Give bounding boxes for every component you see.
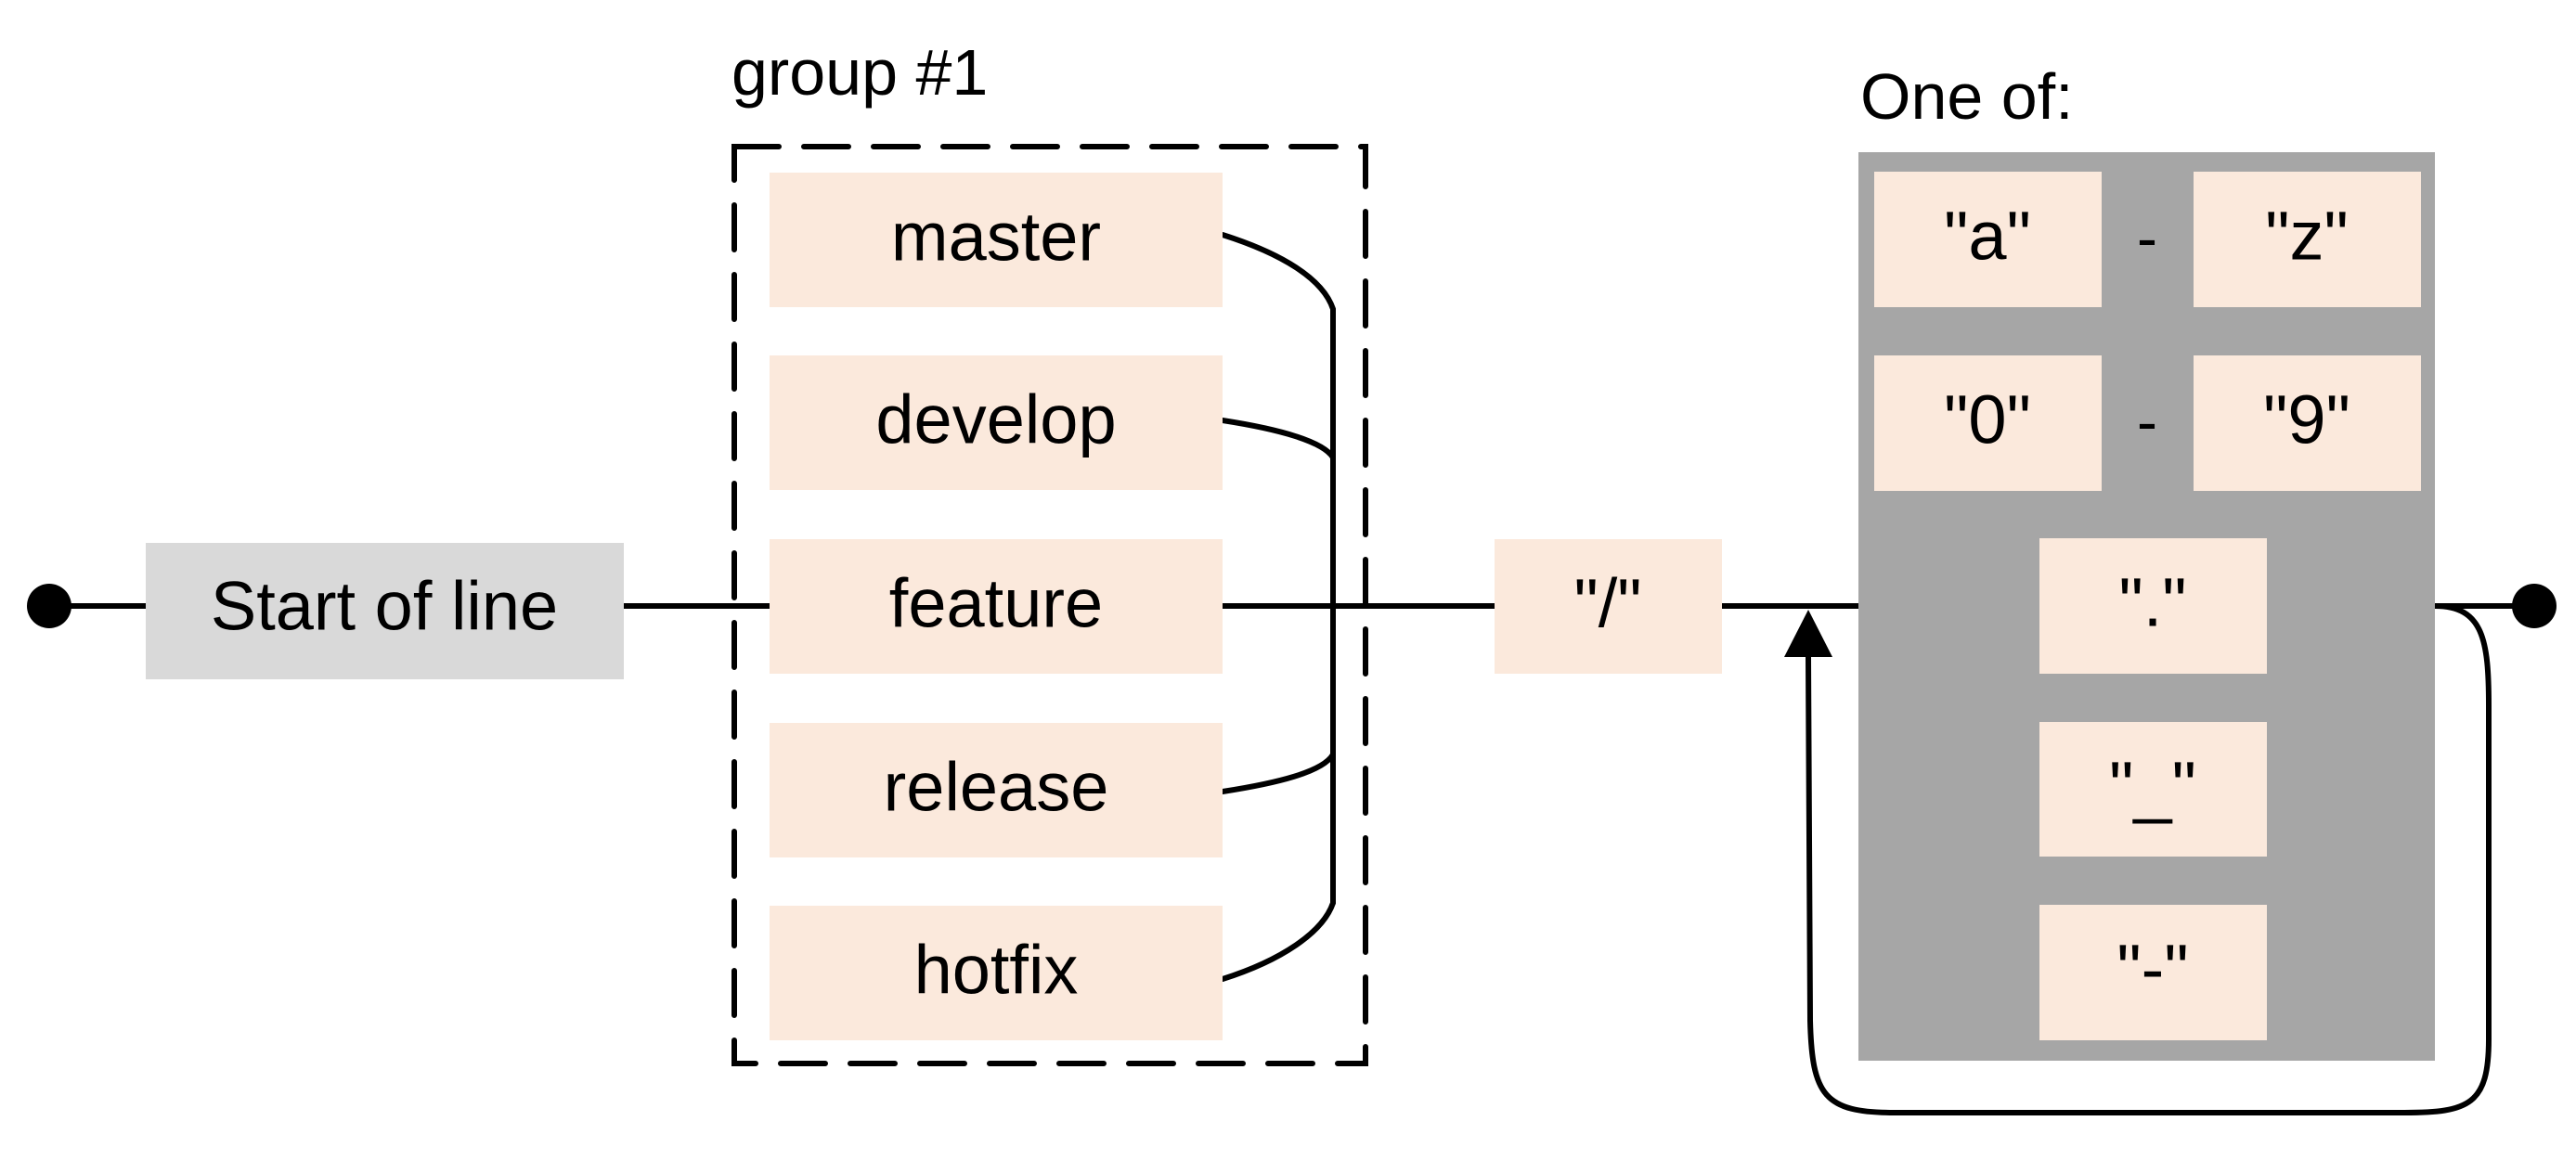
alternative-label: release	[884, 749, 1109, 826]
one-of-label: One of:	[1860, 60, 2074, 133]
group-label: group #1	[731, 36, 988, 109]
railroad-diagram: Start of line group #1 master develop fe…	[27, 36, 2557, 1115]
range-to-label: "9"	[2263, 381, 2350, 458]
start-of-line-node[interactable]: Start of line	[146, 543, 624, 679]
range-dash: -	[2137, 203, 2157, 272]
literal-dot[interactable]: "."	[2039, 538, 2267, 674]
literal-label: "-"	[2116, 931, 2188, 1008]
start-of-line-label: Start of line	[211, 568, 558, 645]
range-dash: -	[2137, 387, 2157, 456]
alternative-feature[interactable]: feature	[770, 539, 1223, 674]
alt-connector-master	[1220, 232, 1336, 906]
separator-label: "/"	[1573, 565, 1641, 642]
range-to-label: "z"	[2265, 198, 2349, 275]
range-from-label: "0"	[1944, 381, 2031, 458]
alt-connector-release	[1220, 752, 1336, 794]
alternative-label: develop	[875, 381, 1116, 458]
alternative-release[interactable]: release	[770, 723, 1223, 857]
alternative-hotfix[interactable]: hotfix	[770, 906, 1223, 1040]
alt-connector-develop	[1220, 418, 1336, 460]
range-from-label: "a"	[1944, 198, 2031, 275]
separator-literal[interactable]: "/"	[1495, 539, 1722, 674]
start-terminal-icon	[27, 584, 71, 628]
literal-underscore[interactable]: "_"	[2039, 722, 2267, 857]
literal-label: "."	[2118, 564, 2186, 641]
alternative-master[interactable]: master	[770, 173, 1223, 307]
alternative-label: feature	[889, 565, 1103, 642]
alternative-label: hotfix	[914, 932, 1079, 1009]
alternative-develop[interactable]: develop	[770, 355, 1223, 490]
repeat-arrow-icon	[1784, 610, 1832, 657]
literal-label: "_"	[2109, 748, 2196, 825]
end-terminal-icon	[2512, 584, 2557, 628]
alternative-label: master	[891, 199, 1101, 276]
alt-connector-hotfix	[1220, 900, 1336, 982]
literal-hyphen[interactable]: "-"	[2039, 905, 2267, 1040]
